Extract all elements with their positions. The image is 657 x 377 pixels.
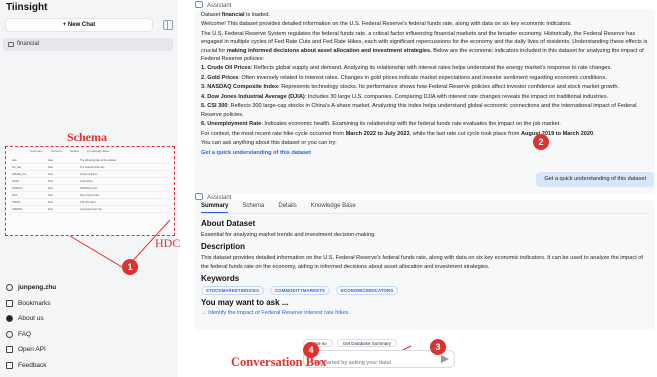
- menu-label: Open API: [18, 346, 46, 353]
- description-title: Description: [201, 242, 246, 252]
- about-text: Essential for analyzing market trends an…: [201, 232, 376, 238]
- indicator-item: 2. Gold Prices: Often inversely related …: [201, 74, 607, 81]
- suggestions-title: You may want to ask ...: [201, 297, 289, 307]
- thumb-row: date date The following date of the datase…: [10, 157, 170, 164]
- indicator-item: 5. CSI 300: Reflects 300 large-cap stock…: [201, 103, 637, 118]
- conversation-box-annotation-label: Conversation Box: [231, 355, 327, 369]
- intro-text: The U.S. Federal Reserve System regulate…: [201, 30, 648, 62]
- thumb-row: DJIA float Dow Jones index: [10, 192, 170, 199]
- tab-schema[interactable]: Schema: [242, 203, 264, 213]
- indicator-item: 6. Unemployment Rate: Indicates economic…: [201, 121, 561, 128]
- question-icon: [6, 330, 13, 338]
- menu-faq[interactable]: FAQ: [6, 330, 56, 346]
- context-text: For context, the most recent rate hike c…: [201, 130, 595, 137]
- app-brand: Tiinsight: [6, 2, 48, 13]
- menu-bookmarks[interactable]: Bookmarks: [6, 299, 56, 315]
- user-icon: [6, 284, 13, 291]
- external-link-icon: [6, 346, 13, 353]
- menu-label: About us: [18, 315, 44, 322]
- thumb-tab: Details: [69, 149, 80, 153]
- bookmark-icon: [6, 299, 13, 307]
- chat-history-label: financial: [17, 41, 40, 47]
- thumb-table: date date The following date of the datase…: [10, 157, 170, 213]
- sidebar-toggle-icon[interactable]: [163, 20, 173, 30]
- assistant-message-intro: Dataset financial is loaded. Welcome! Th…: [195, 9, 655, 194]
- schema-thumbnail: Summary Schema Details Knowledge Base da…: [5, 146, 175, 236]
- assistant-icon: [195, 1, 203, 8]
- hdc-annotation-label: HDC: [155, 236, 181, 250]
- suggested-question[interactable]: → Identify the impact of Federal Reserve…: [201, 310, 649, 316]
- thumb-row: UNRATE float Unemployment rate: [10, 206, 170, 213]
- chat-icon: [8, 42, 14, 47]
- thumb-tab: Summary: [30, 149, 43, 153]
- thumb-row: fed_rate float The federal funds rate: [10, 164, 170, 171]
- keyword-tag[interactable]: ECONOMICINDICATORS: [336, 285, 399, 295]
- user-name: junpeng.zhu: [18, 284, 57, 291]
- annotation-badge-2: 2: [533, 134, 549, 150]
- main-content: Assistant Dataset financial is loaded. W…: [195, 0, 657, 377]
- menu-open-api[interactable]: Open API: [6, 345, 56, 361]
- thumb-tab: Knowledge Base: [87, 149, 110, 153]
- assistant-icon: [195, 193, 203, 200]
- annotation-badge-1: 1: [122, 259, 138, 275]
- send-icon[interactable]: [441, 355, 449, 363]
- chat-history-item[interactable]: financial: [3, 38, 173, 51]
- description-text: This dataset provides detailed informati…: [201, 255, 643, 270]
- menu-about-us[interactable]: About us: [6, 314, 56, 330]
- menu-label: Bookmarks: [18, 299, 51, 307]
- tab-knowledge-base[interactable]: Knowledge Base: [311, 203, 356, 213]
- thumb-row: CSI300 float CSI 300 index: [10, 199, 170, 206]
- user-message: Get a quick understanding of this datase…: [536, 172, 654, 187]
- cloud-icon: [6, 315, 13, 322]
- new-chat-button[interactable]: + New Chat: [5, 18, 153, 32]
- keyword-tag[interactable]: COMMODITYMARKETS: [270, 285, 331, 295]
- menu-label: Feedback: [18, 361, 47, 369]
- feedback-icon: [6, 361, 13, 369]
- thumb-row: NASDAQ float NASDAQ index: [10, 185, 170, 192]
- indicator-item: 3. NASDAQ Composite Index: Represents te…: [201, 84, 620, 91]
- ask-text: You can ask anything about this dataset …: [201, 140, 337, 147]
- thumb-tabs: Summary Schema Details Knowledge Base: [6, 147, 174, 154]
- annotation-badge-3: 3: [430, 339, 446, 355]
- about-title: About Dataset: [201, 219, 256, 228]
- user-profile[interactable]: junpeng.zhu: [6, 283, 56, 299]
- tab-summary[interactable]: Summary: [201, 203, 229, 213]
- summary-tabs: Summary Schema Details Knowledge Base: [201, 203, 649, 214]
- welcome-text: Welcome! This dataset provides detailed …: [201, 21, 572, 28]
- sidebar: Tiinsight + New Chat financial Schema Su…: [0, 0, 178, 377]
- new-chat-row: + New Chat: [5, 18, 173, 32]
- thumb-row: GOLD float Gold prices: [10, 178, 170, 185]
- menu-label: FAQ: [18, 330, 32, 338]
- indicator-item: 1. Crude Oil Prices: Reflects global sup…: [201, 65, 612, 72]
- schema-annotation-label: Schema: [67, 130, 107, 144]
- indicator-item: 4. Dow Jones Industrial Average (DJIA): …: [201, 93, 609, 100]
- quick-understanding-link[interactable]: Get a quick understanding of this datase…: [201, 149, 649, 157]
- keywords: STOCKMARKETINDICES COMMODITYMARKETS ECON…: [201, 285, 649, 295]
- menu-feedback[interactable]: Feedback: [6, 361, 56, 377]
- thumb-tab: Schema: [50, 149, 62, 153]
- assistant-message-summary: Summary Schema Details Knowledge Base Ab…: [195, 200, 655, 330]
- database-summary-button[interactable]: Get Database Summary: [336, 339, 398, 347]
- thumb-row: CRUDE_OIL float Crude oil prices: [10, 171, 170, 178]
- sidebar-menu: junpeng.zhu Bookmarks About us FAQ Open …: [6, 283, 56, 376]
- keywords-title: Keywords: [201, 273, 240, 283]
- assistant-header: Assistant: [195, 1, 231, 9]
- tab-details[interactable]: Details: [278, 203, 296, 213]
- keyword-tag[interactable]: STOCKMARKETINDICES: [201, 285, 265, 295]
